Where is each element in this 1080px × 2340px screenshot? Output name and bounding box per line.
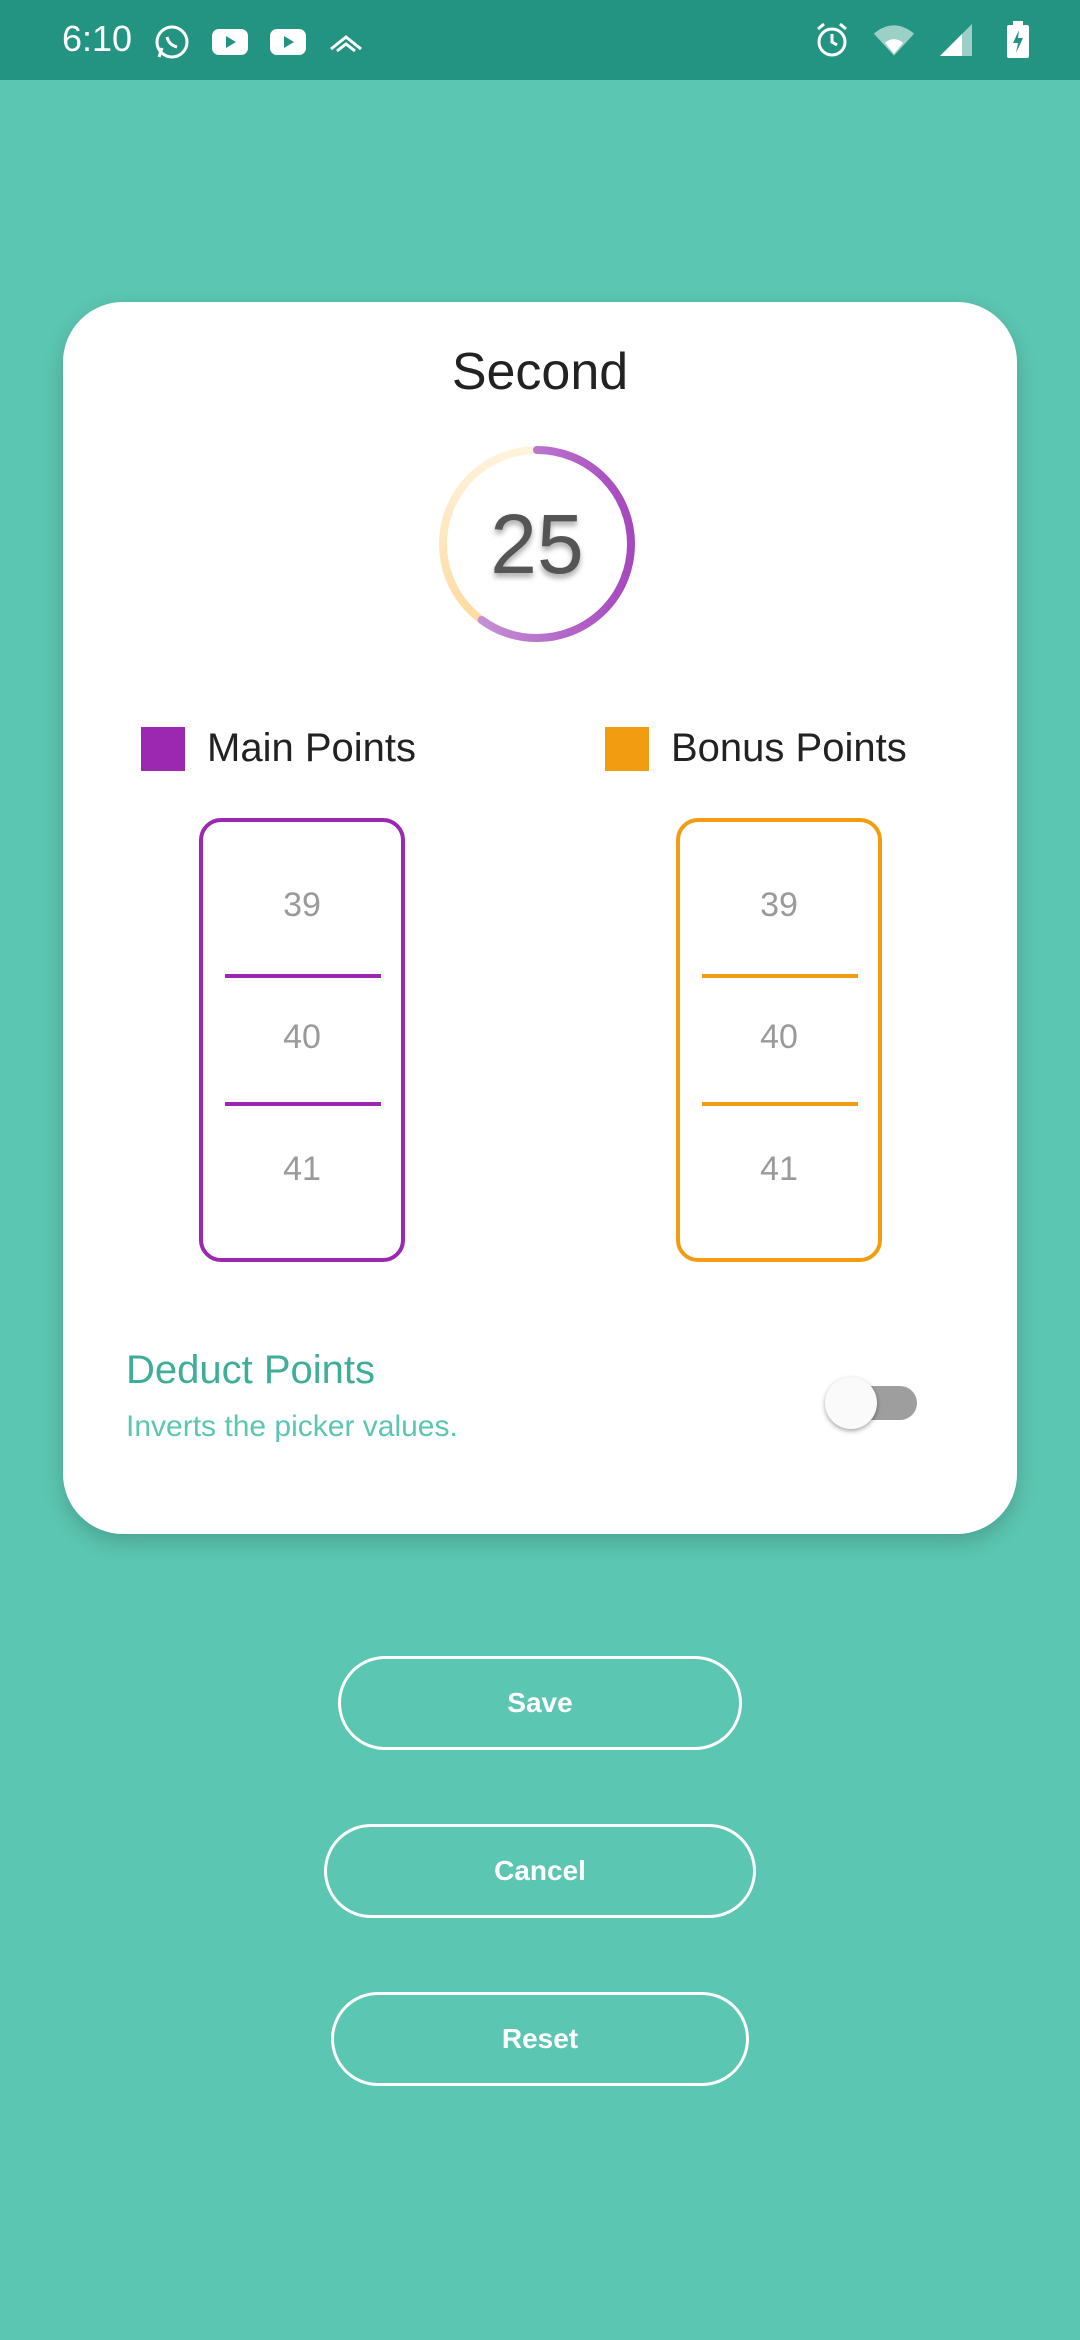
deduct-points-toggle[interactable] <box>825 1368 921 1438</box>
picker-divider <box>225 974 381 978</box>
legend-main-label: Main Points <box>207 726 416 770</box>
reset-button[interactable]: Reset <box>331 1992 749 2086</box>
toggle-thumb[interactable] <box>825 1377 877 1429</box>
status-time: 6:10 <box>62 18 133 59</box>
youtube-icon <box>266 20 310 64</box>
status-bar: 6:10 <box>0 0 1080 80</box>
save-button[interactable]: Save <box>338 1656 742 1750</box>
picker-value-selected[interactable]: 40 <box>203 1018 401 1057</box>
score-ring: 25 <box>437 444 637 644</box>
notification-icons <box>150 20 368 64</box>
picker-value-selected[interactable]: 40 <box>680 1018 878 1057</box>
legend-bonus-points: Bonus Points <box>605 726 907 771</box>
deduct-points-title: Deduct Points <box>126 1348 376 1392</box>
picker-value-below[interactable]: 41 <box>203 1150 401 1189</box>
picker-value-above[interactable]: 39 <box>680 886 878 925</box>
signal-icon <box>934 18 978 62</box>
main-points-picker[interactable]: 39 40 41 <box>199 818 405 1262</box>
whatsapp-icon <box>150 20 194 64</box>
system-icons <box>810 18 1040 62</box>
picker-divider <box>702 974 858 978</box>
legend-main-points: Main Points <box>141 726 416 771</box>
score-value: 25 <box>490 496 584 591</box>
deduct-points-subtitle: Inverts the picker values. <box>126 1410 458 1443</box>
main-points-swatch <box>141 726 185 771</box>
picker-value-above[interactable]: 39 <box>203 886 401 925</box>
youtube-icon <box>208 20 252 64</box>
alarm-icon <box>810 18 854 62</box>
score-card: Second 25 Main Points Bonus Points 39 40… <box>63 302 1017 1534</box>
battery-charging-icon <box>996 18 1040 62</box>
cancel-button[interactable]: Cancel <box>324 1824 756 1918</box>
picker-divider <box>702 1102 858 1106</box>
legend-bonus-label: Bonus Points <box>671 726 907 770</box>
picker-value-below[interactable]: 41 <box>680 1150 878 1189</box>
card-title: Second <box>451 343 629 401</box>
bonus-points-swatch <box>605 726 649 771</box>
picker-divider <box>225 1102 381 1106</box>
cast-icon <box>324 20 368 64</box>
wifi-icon <box>872 18 916 62</box>
bonus-points-picker[interactable]: 39 40 41 <box>676 818 882 1262</box>
